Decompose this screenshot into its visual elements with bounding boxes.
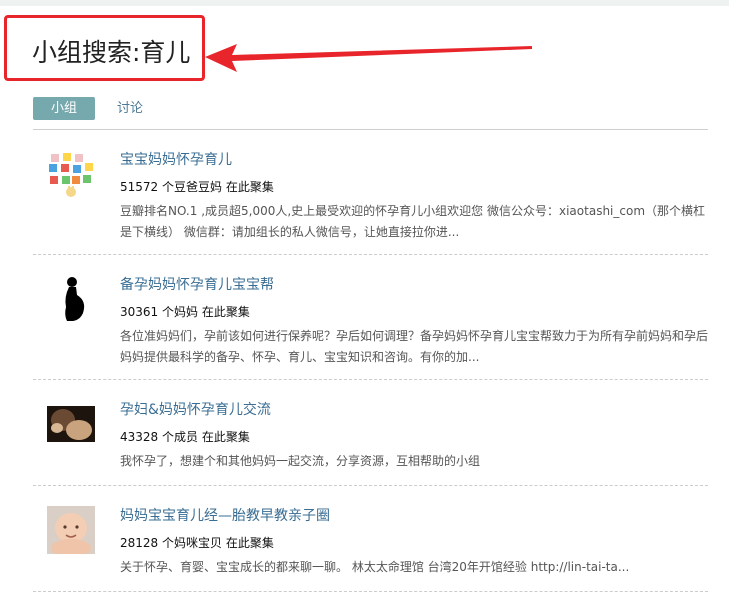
pregnant-silhouette-icon[interactable]	[47, 275, 95, 323]
list-item: 宝宝妈妈怀孕育儿 51572 个豆爸豆妈 在此聚集 豆瓣排名NO.1 ,成员超5…	[33, 130, 708, 255]
group-description: 各位准妈妈们，孕前该如何进行保养呢？孕后如何调理？备孕妈妈怀孕育儿宝宝帮致力于为…	[120, 329, 709, 364]
list-item: 孕妇&妈妈怀孕育儿交流 43328 个成员 在此聚集 我怀孕了，想建个和其他妈妈…	[33, 380, 708, 486]
group-name-link[interactable]: 孕妇&妈妈怀孕育儿交流	[120, 402, 271, 418]
list-item: 备孕妈妈怀孕育儿宝宝帮 30361 个妈妈 在此聚集 各位准妈妈们，孕前该如何进…	[33, 255, 708, 380]
pregnant-photo-icon[interactable]	[47, 406, 95, 442]
count-number: 51572	[120, 180, 159, 194]
member-count: 43328 个成员 在此聚集	[120, 430, 250, 444]
list-item: 妈妈宝宝育儿经—胎教早教亲子圈 28128 个妈咪宝贝 在此聚集 关于怀孕、育婴…	[33, 486, 708, 592]
gather-text: 在此聚集	[225, 536, 274, 550]
member-label: 个妈咪宝贝	[162, 536, 223, 550]
gather-text: 在此聚集	[201, 305, 250, 319]
item-divider	[33, 591, 708, 592]
member-label: 个妈妈	[162, 305, 199, 319]
gather-text: 在此聚集	[225, 180, 274, 194]
member-label: 个豆爸豆妈	[162, 180, 223, 194]
arrow-annotation-icon	[205, 44, 532, 72]
count-number: 43328	[120, 430, 159, 444]
group-description: 豆瓣排名NO.1 ,成员超5,000人,史上最受欢迎的怀孕育儿小组欢迎您 微信公…	[120, 204, 706, 239]
group-description: 我怀孕了，想建个和其他妈妈一起交流，分享资源，互相帮助的小组	[120, 454, 481, 468]
baby-photo-icon[interactable]	[47, 506, 95, 554]
group-name-link[interactable]: 备孕妈妈怀孕育儿宝宝帮	[120, 277, 274, 293]
group-name-link[interactable]: 妈妈宝宝育儿经—胎教早教亲子圈	[120, 508, 330, 524]
group-name-link[interactable]: 宝宝妈妈怀孕育儿	[120, 152, 232, 168]
count-number: 28128	[120, 536, 159, 550]
page-title: 小组搜索:育儿	[32, 38, 191, 67]
gather-text: 在此聚集	[201, 430, 250, 444]
top-bar	[0, 0, 729, 6]
tab-groups[interactable]: 小组	[33, 97, 95, 120]
miffy-avatar-icon[interactable]	[47, 150, 95, 198]
member-count: 28128 个妈咪宝贝 在此聚集	[120, 536, 274, 550]
member-count: 51572 个豆爸豆妈 在此聚集	[120, 180, 274, 194]
tab-discussions[interactable]: 讨论	[117, 97, 143, 120]
member-label: 个成员	[162, 430, 199, 444]
group-description: 关于怀孕、育婴、宝宝成长的都来聊一聊。 林太太命理馆 台湾20年开馆经验 htt…	[120, 560, 630, 574]
count-number: 30361	[120, 305, 159, 319]
member-count: 30361 个妈妈 在此聚集	[120, 305, 250, 319]
